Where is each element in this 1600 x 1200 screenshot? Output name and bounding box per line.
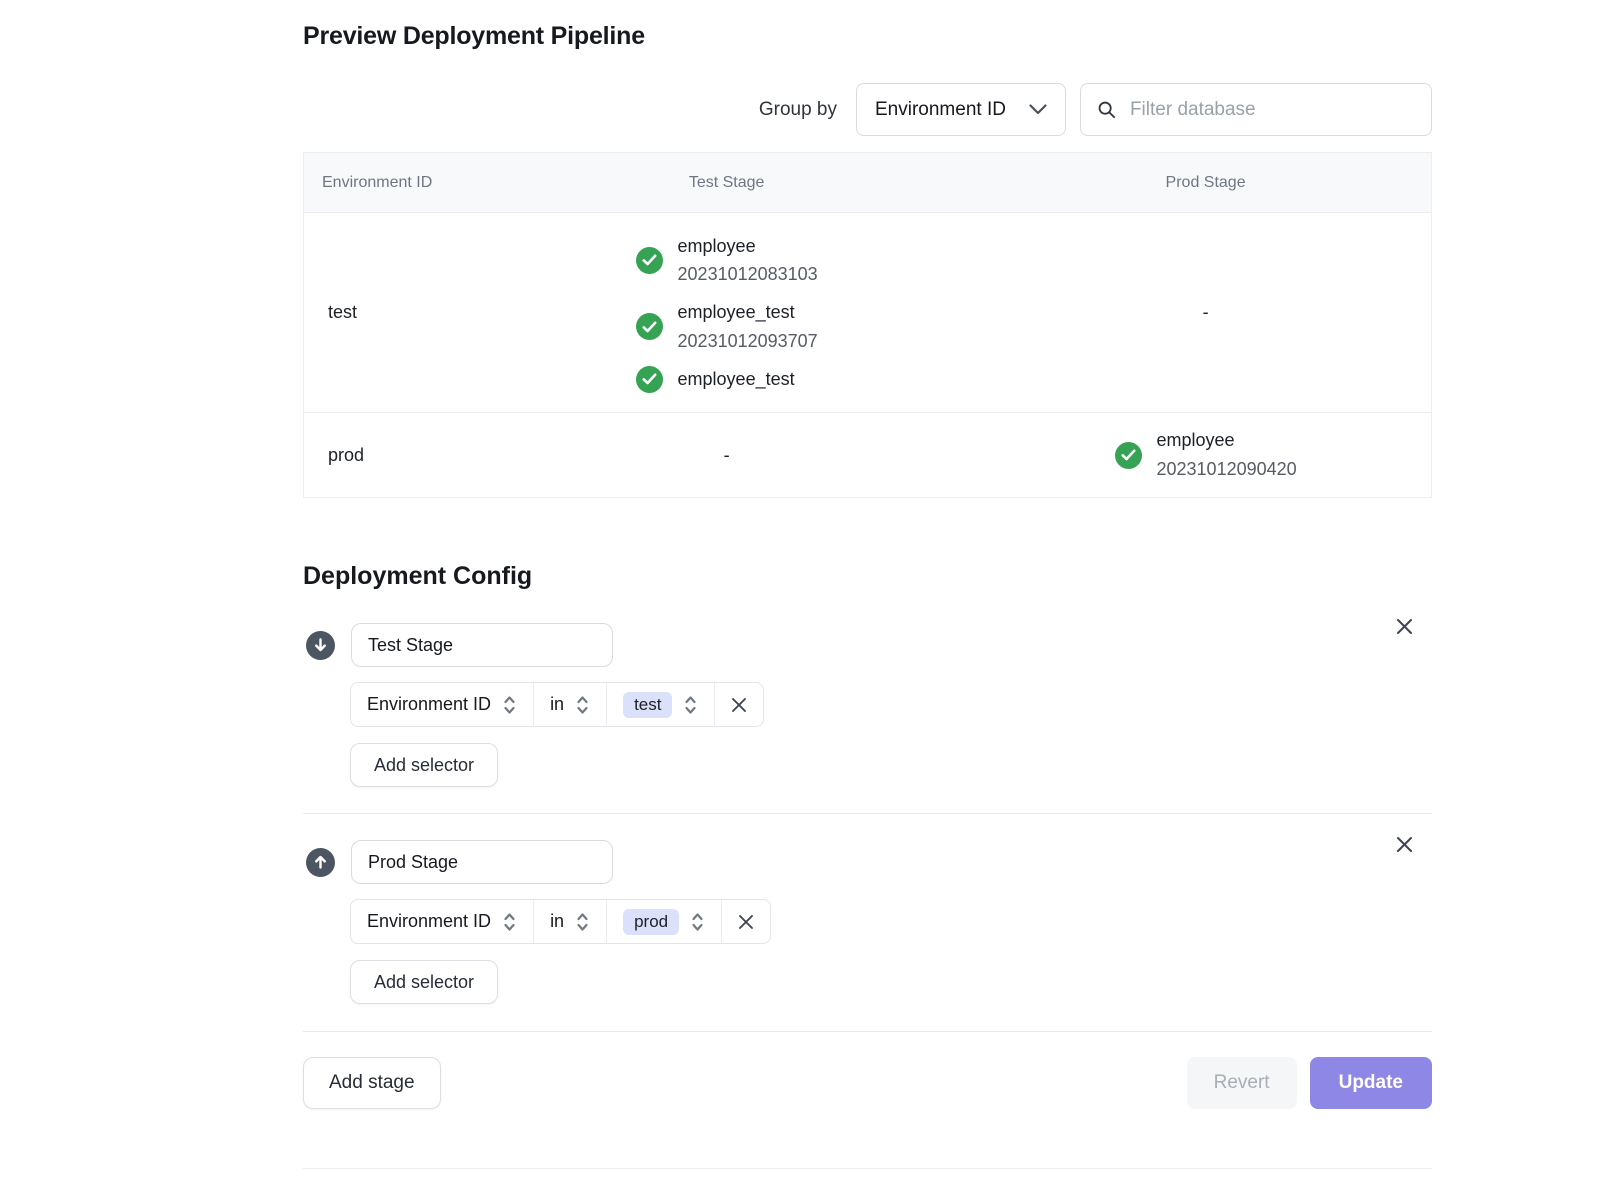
arrow-up-circle-icon[interactable] <box>306 848 335 877</box>
group-by-select[interactable]: Environment ID <box>856 83 1066 136</box>
stage-divider <box>303 813 1432 814</box>
revert-button[interactable]: Revert <box>1187 1057 1297 1109</box>
filter-database-box <box>1080 83 1432 136</box>
environment-id-cell: test <box>304 302 473 323</box>
close-icon <box>730 696 748 714</box>
database-name: employee <box>1157 426 1297 455</box>
chevron-up-down-icon <box>683 692 698 718</box>
group-by-value: Environment ID <box>875 99 1006 121</box>
selector-key-select[interactable]: Environment ID <box>351 900 533 943</box>
database-version: 20231012093707 <box>678 327 818 356</box>
database-version: 20231012083103 <box>678 260 818 289</box>
table-row-prod: prod - employee 20231012090420 <box>304 412 1431 497</box>
bottom-divider <box>303 1168 1432 1169</box>
chevron-up-down-icon <box>690 909 705 935</box>
stage-block-prod: Environment ID in prod Add selector <box>303 840 1432 1004</box>
database-name: employee_test <box>678 365 795 394</box>
prod-stage-empty-cell: - <box>980 302 1431 323</box>
footer-divider <box>303 1031 1432 1032</box>
selector-key-value: Environment ID <box>367 911 491 932</box>
remove-selector-button[interactable] <box>714 683 763 726</box>
selector-value-select[interactable]: test <box>606 683 714 726</box>
column-header-test-stage: Test Stage <box>473 174 980 192</box>
check-circle-icon <box>636 366 663 393</box>
add-selector-button[interactable]: Add selector <box>350 743 498 787</box>
database-entry: employee 20231012090420 <box>1115 426 1297 484</box>
column-header-prod-stage: Prod Stage <box>980 174 1431 192</box>
selector-value-tag: prod <box>623 909 679 935</box>
chevron-up-down-icon <box>575 909 590 935</box>
remove-stage-button[interactable] <box>1395 835 1414 854</box>
selector-value-tag: test <box>623 692 672 718</box>
check-circle-icon <box>636 313 663 340</box>
stage-block-test: Environment ID in test Add selector <box>303 623 1432 787</box>
selector-operator-value: in <box>550 911 564 932</box>
environment-id-cell: prod <box>304 445 473 466</box>
page-title: Preview Deployment Pipeline <box>303 0 1432 51</box>
pipeline-table-header: Environment ID Test Stage Prod Stage <box>304 153 1431 213</box>
remove-stage-button[interactable] <box>1395 617 1414 636</box>
selector-key-select[interactable]: Environment ID <box>351 683 533 726</box>
remove-selector-button[interactable] <box>721 900 770 943</box>
database-version: 20231012090420 <box>1157 455 1297 484</box>
update-button[interactable]: Update <box>1310 1057 1432 1109</box>
test-stage-cell: employee 20231012083103 employee_test 20… <box>473 232 980 394</box>
stage-name-input[interactable] <box>351 623 613 667</box>
check-circle-icon <box>636 247 663 274</box>
chevron-up-down-icon <box>575 692 590 718</box>
preview-deployment-pipeline-panel: Preview Deployment Pipeline Group by Env… <box>303 0 1432 1169</box>
check-circle-icon <box>1115 442 1142 469</box>
group-by-label: Group by <box>759 99 837 121</box>
database-entry: employee 20231012083103 <box>636 232 818 290</box>
add-stage-button[interactable]: Add stage <box>303 1057 441 1109</box>
close-icon <box>1395 617 1414 636</box>
deployment-config-title: Deployment Config <box>303 562 1432 591</box>
config-footer: Add stage Revert Update <box>303 1057 1432 1109</box>
selector-key-value: Environment ID <box>367 694 491 715</box>
database-name: employee <box>678 232 818 261</box>
pipeline-table: Environment ID Test Stage Prod Stage tes… <box>303 152 1432 498</box>
test-stage-empty-cell: - <box>473 445 980 466</box>
table-row-test: test employee 20231012083103 employee_te… <box>304 213 1431 412</box>
selector-operator-value: in <box>550 694 564 715</box>
column-header-environment-id: Environment ID <box>304 174 473 192</box>
chevron-up-down-icon <box>502 909 517 935</box>
close-icon <box>1395 835 1414 854</box>
database-entry: employee_test <box>636 365 818 394</box>
search-icon <box>1097 99 1116 120</box>
selector-row: Environment ID in test <box>350 682 764 727</box>
chevron-down-icon <box>1029 104 1047 115</box>
close-icon <box>737 913 755 931</box>
prod-stage-cell: employee 20231012090420 <box>980 426 1431 484</box>
chevron-up-down-icon <box>502 692 517 718</box>
arrow-down-circle-icon[interactable] <box>306 631 335 660</box>
selector-value-select[interactable]: prod <box>606 900 721 943</box>
selector-operator-select[interactable]: in <box>533 900 606 943</box>
database-name: employee_test <box>678 298 818 327</box>
toolbar: Group by Environment ID <box>303 83 1432 136</box>
selector-operator-select[interactable]: in <box>533 683 606 726</box>
add-selector-button[interactable]: Add selector <box>350 960 498 1004</box>
database-entry: employee_test 20231012093707 <box>636 298 818 356</box>
filter-database-input[interactable] <box>1128 98 1415 122</box>
selector-row: Environment ID in prod <box>350 899 771 944</box>
stage-name-input[interactable] <box>351 840 613 884</box>
